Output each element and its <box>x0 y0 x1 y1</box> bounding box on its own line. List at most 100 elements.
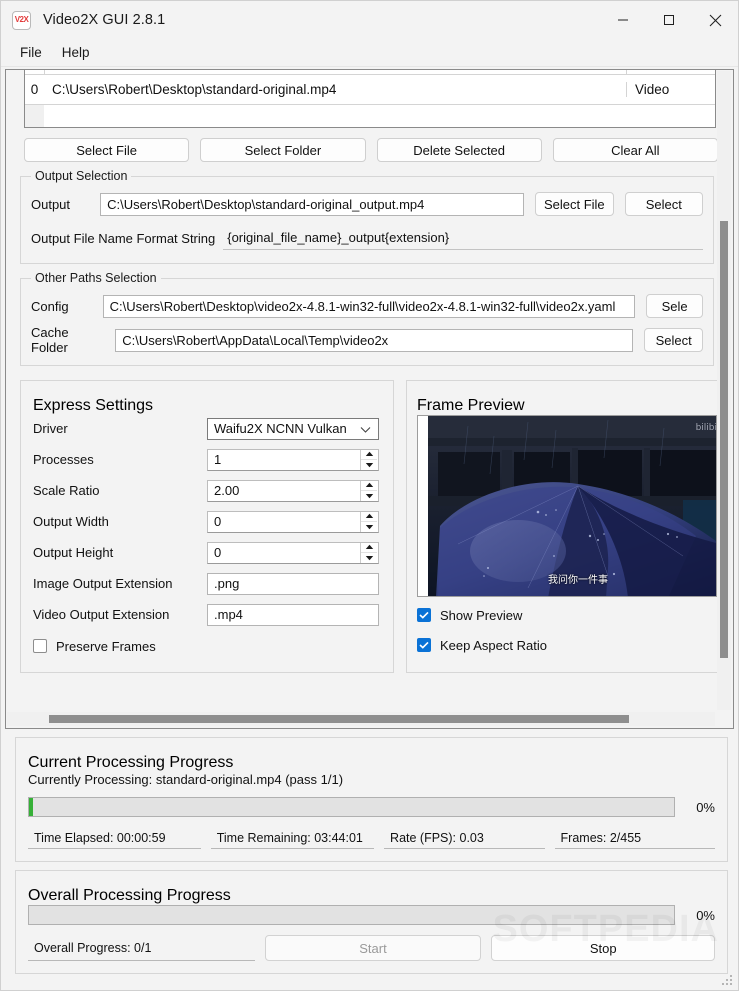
video-extension-input[interactable]: .mp4 <box>207 603 379 626</box>
video-extension-label: Video Output Extension <box>33 607 170 622</box>
image-extension-input[interactable]: .png <box>207 572 379 595</box>
keep-aspect-ratio-row[interactable]: Keep Aspect Ratio <box>417 633 715 657</box>
format-string-row: Output File Name Format String {original… <box>31 225 703 251</box>
preview-frame-content: 我问你一件事 bilibili <box>428 416 717 596</box>
format-string-input[interactable]: {original_file_name}_output{extension} <box>223 227 703 250</box>
menu-item-help[interactable]: Help <box>52 43 100 62</box>
driver-value: Waifu2X NCNN Vulkan <box>214 421 347 436</box>
stepper-down-icon[interactable] <box>361 522 377 532</box>
processes-stepper-buttons[interactable] <box>360 449 377 470</box>
stepper-up-icon[interactable] <box>361 511 377 522</box>
output-select-folder-button[interactable]: Select <box>624 192 703 216</box>
cache-select-button[interactable]: Select <box>644 328 703 352</box>
scale-ratio-stepper-buttons[interactable] <box>360 480 377 501</box>
stepper-down-icon[interactable] <box>361 460 377 470</box>
close-icon[interactable] <box>692 1 738 39</box>
stepper-up-icon[interactable] <box>361 542 377 553</box>
other-paths-group: Other Paths Selection Config C:\Users\Ro… <box>20 271 714 366</box>
output-height-stepper[interactable]: 0 <box>207 541 379 564</box>
overall-progress-percent: 0% <box>696 907 715 923</box>
output-height-row: Output Height 0 <box>33 539 379 566</box>
driver-field[interactable]: Waifu2X NCNN Vulkan <box>207 417 379 440</box>
output-width-stepper[interactable]: 0 <box>207 510 379 533</box>
frame-preview-legend: Frame Preview <box>417 397 525 414</box>
select-file-button[interactable]: Select File <box>24 138 190 162</box>
output-row: Output C:\Users\Robert\Desktop\standard-… <box>31 191 703 217</box>
output-height-stepper-buttons[interactable] <box>360 542 377 563</box>
stepper-up-icon[interactable] <box>361 480 377 491</box>
output-width-stepper-buttons[interactable] <box>360 511 377 532</box>
title-bar: V2X Video2X GUI 2.8.1 <box>1 1 738 39</box>
express-settings-legend: Express Settings <box>33 397 154 414</box>
config-path-input[interactable]: C:\Users\Robert\Desktop\video2x-4.8.1-wi… <box>102 294 636 318</box>
current-progress-bar <box>28 797 675 817</box>
preserve-frames-checkbox[interactable] <box>33 639 47 653</box>
video-extension-field[interactable]: .mp4 <box>207 603 379 626</box>
preview-artwork <box>428 416 716 596</box>
stepper-down-icon[interactable] <box>361 553 377 563</box>
output-height-value: 0 <box>214 545 222 560</box>
vertical-scrollbar[interactable] <box>717 71 731 710</box>
row-path: C:\Users\Robert\Desktop\standard-origina… <box>45 82 627 97</box>
preview-source-logo: bilibili <box>695 423 717 433</box>
cache-path-input[interactable]: C:\Users\Robert\AppData\Local\Temp\video… <box>115 328 634 352</box>
vertical-scrollbar-thumb[interactable] <box>720 221 728 658</box>
config-label: Config <box>31 298 69 314</box>
processes-row: Processes 1 <box>33 446 379 473</box>
table-empty-cell <box>45 105 715 127</box>
start-button[interactable]: Start <box>264 935 482 961</box>
resize-grip[interactable] <box>722 975 734 987</box>
show-preview-row[interactable]: Show Preview <box>417 603 715 627</box>
stepper-down-icon[interactable] <box>361 491 377 501</box>
file-list-table[interactable]: Type 0 C:\Users\Robert\Desktop\standard-… <box>24 70 716 128</box>
scale-ratio-field[interactable]: 2.00 <box>207 479 379 502</box>
minimize-icon[interactable] <box>600 1 646 39</box>
output-height-field[interactable]: 0 <box>207 541 379 564</box>
maximize-icon[interactable] <box>646 1 692 39</box>
output-selection-legend: Output Selection <box>31 169 132 183</box>
processes-field[interactable]: 1 <box>207 448 379 471</box>
video-extension-row: Video Output Extension .mp4 <box>33 601 379 628</box>
output-width-value: 0 <box>214 514 222 529</box>
overall-progress-bar-row: 0% <box>28 905 715 925</box>
preserve-frames-row[interactable]: Preserve Frames <box>33 634 379 658</box>
keep-aspect-ratio-checkbox[interactable] <box>417 638 431 652</box>
horizontal-scrollbar-thumb[interactable] <box>49 715 629 723</box>
app-window: V2X Video2X GUI 2.8.1 File Help 0 C:\Use… <box>0 0 739 991</box>
output-label: Output <box>31 196 71 212</box>
image-extension-field[interactable]: .png <box>207 572 379 595</box>
delete-selected-button[interactable]: Delete Selected <box>376 138 542 162</box>
stepper-up-icon[interactable] <box>361 449 377 460</box>
output-path-input[interactable]: C:\Users\Robert\Desktop\standard-origina… <box>100 192 525 216</box>
menu-item-file[interactable]: File <box>10 43 52 62</box>
config-select-button[interactable]: Sele <box>646 294 703 318</box>
stop-button[interactable]: Stop <box>491 935 715 961</box>
table-header-type: Type <box>627 70 715 74</box>
overall-progress-group: Overall Processing Progress 0% Overall P… <box>15 870 728 974</box>
output-width-row: Output Width 0 <box>33 508 379 535</box>
table-empty-index-cell <box>25 105 45 127</box>
table-row[interactable]: 0 C:\Users\Robert\Desktop\standard-origi… <box>25 75 715 105</box>
stat-rate-fps: Rate (FPS): 0.03 <box>384 827 545 849</box>
scale-ratio-value: 2.00 <box>214 483 240 498</box>
window-title: Video2X GUI 2.8.1 <box>43 12 166 28</box>
image-extension-label: Image Output Extension <box>33 576 173 591</box>
preserve-frames-label: Preserve Frames <box>56 638 156 654</box>
overall-progress-label: Overall Progress: 0/1 <box>28 935 255 961</box>
select-folder-button[interactable]: Select Folder <box>200 138 366 162</box>
main-scroll-area: Type 0 C:\Users\Robert\Desktop\standard-… <box>5 69 734 729</box>
table-header-index <box>25 70 45 74</box>
current-progress-fill <box>29 798 33 816</box>
output-select-file-button[interactable]: Select File <box>535 192 614 216</box>
stat-time-remaining: Time Remaining: 03:44:01 <box>210 827 375 849</box>
processes-stepper[interactable]: 1 <box>207 448 379 471</box>
scale-ratio-label: Scale Ratio <box>33 483 100 498</box>
show-preview-checkbox[interactable] <box>417 608 431 622</box>
output-width-field[interactable]: 0 <box>207 510 379 533</box>
driver-select[interactable]: Waifu2X NCNN Vulkan <box>207 417 379 440</box>
clear-all-button[interactable]: Clear All <box>552 138 718 162</box>
horizontal-scrollbar[interactable] <box>7 712 715 726</box>
stat-frames: Frames: 2/455 <box>554 827 716 849</box>
scale-ratio-stepper[interactable]: 2.00 <box>207 479 379 502</box>
overall-progress-legend: Overall Processing Progress <box>28 887 231 904</box>
